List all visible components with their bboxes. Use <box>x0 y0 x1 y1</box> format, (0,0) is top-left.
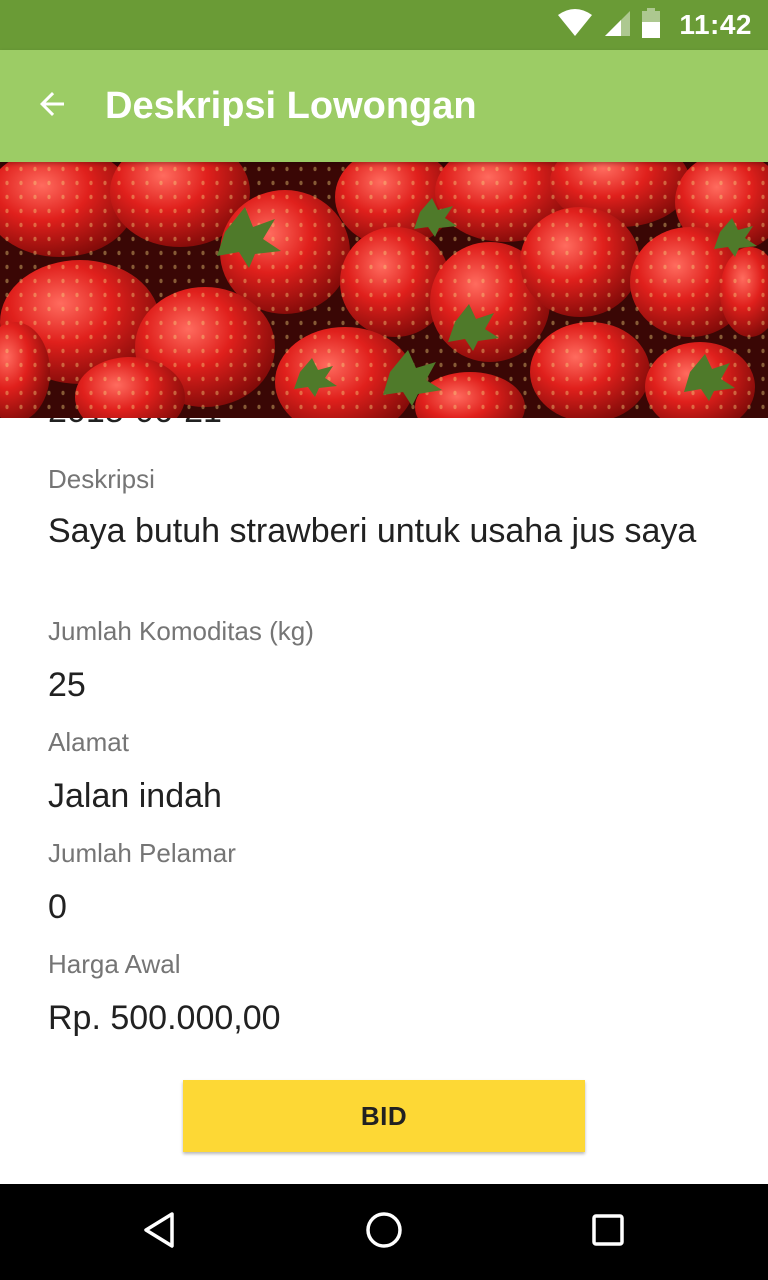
screen: 11:42 Deskripsi Lowongan Deskripsi Saya … <box>0 0 768 1280</box>
arrow-back-icon <box>34 86 70 127</box>
applicants-value: 0 <box>48 888 67 926</box>
page-title: Deskripsi Lowongan <box>105 85 477 127</box>
wifi-icon <box>557 8 593 42</box>
bid-button[interactable]: BID <box>183 1080 585 1152</box>
address-value: Jalan indah <box>48 777 222 815</box>
strawberries-photo <box>0 162 768 418</box>
nav-back-button[interactable] <box>130 1202 190 1262</box>
status-time: 11:42 <box>679 9 752 40</box>
description-value: Saya butuh strawberi untuk usaha jus say… <box>48 512 697 550</box>
description-label: Deskripsi <box>48 464 155 494</box>
recents-square-icon <box>588 1210 628 1255</box>
app-bar: Deskripsi Lowongan <box>0 50 768 162</box>
starting-price-value: Rp. 500.000,00 <box>48 999 281 1037</box>
nav-home-button[interactable] <box>354 1202 414 1262</box>
quantity-label: Jumlah Komoditas (kg) <box>48 616 314 646</box>
back-triangle-icon <box>140 1210 180 1255</box>
date-value: 2018-06-21 <box>48 418 708 432</box>
navigation-bar <box>0 1184 768 1280</box>
back-button[interactable] <box>24 78 80 134</box>
status-icons: 11:42 <box>557 0 752 50</box>
address-label: Alamat <box>48 727 129 757</box>
nav-recents-button[interactable] <box>578 1202 638 1262</box>
applicants-label: Jumlah Pelamar <box>48 838 236 868</box>
starting-price-label: Harga Awal <box>48 949 181 979</box>
hero-image <box>0 162 768 418</box>
home-circle-icon <box>364 1210 404 1255</box>
cell-signal-icon <box>603 9 631 42</box>
battery-icon <box>641 7 661 43</box>
status-bar: 11:42 <box>0 0 768 50</box>
job-details[interactable]: 2018-06-21 Deskripsi Saya butuh strawber… <box>0 418 768 1184</box>
quantity-value: 25 <box>48 666 86 704</box>
